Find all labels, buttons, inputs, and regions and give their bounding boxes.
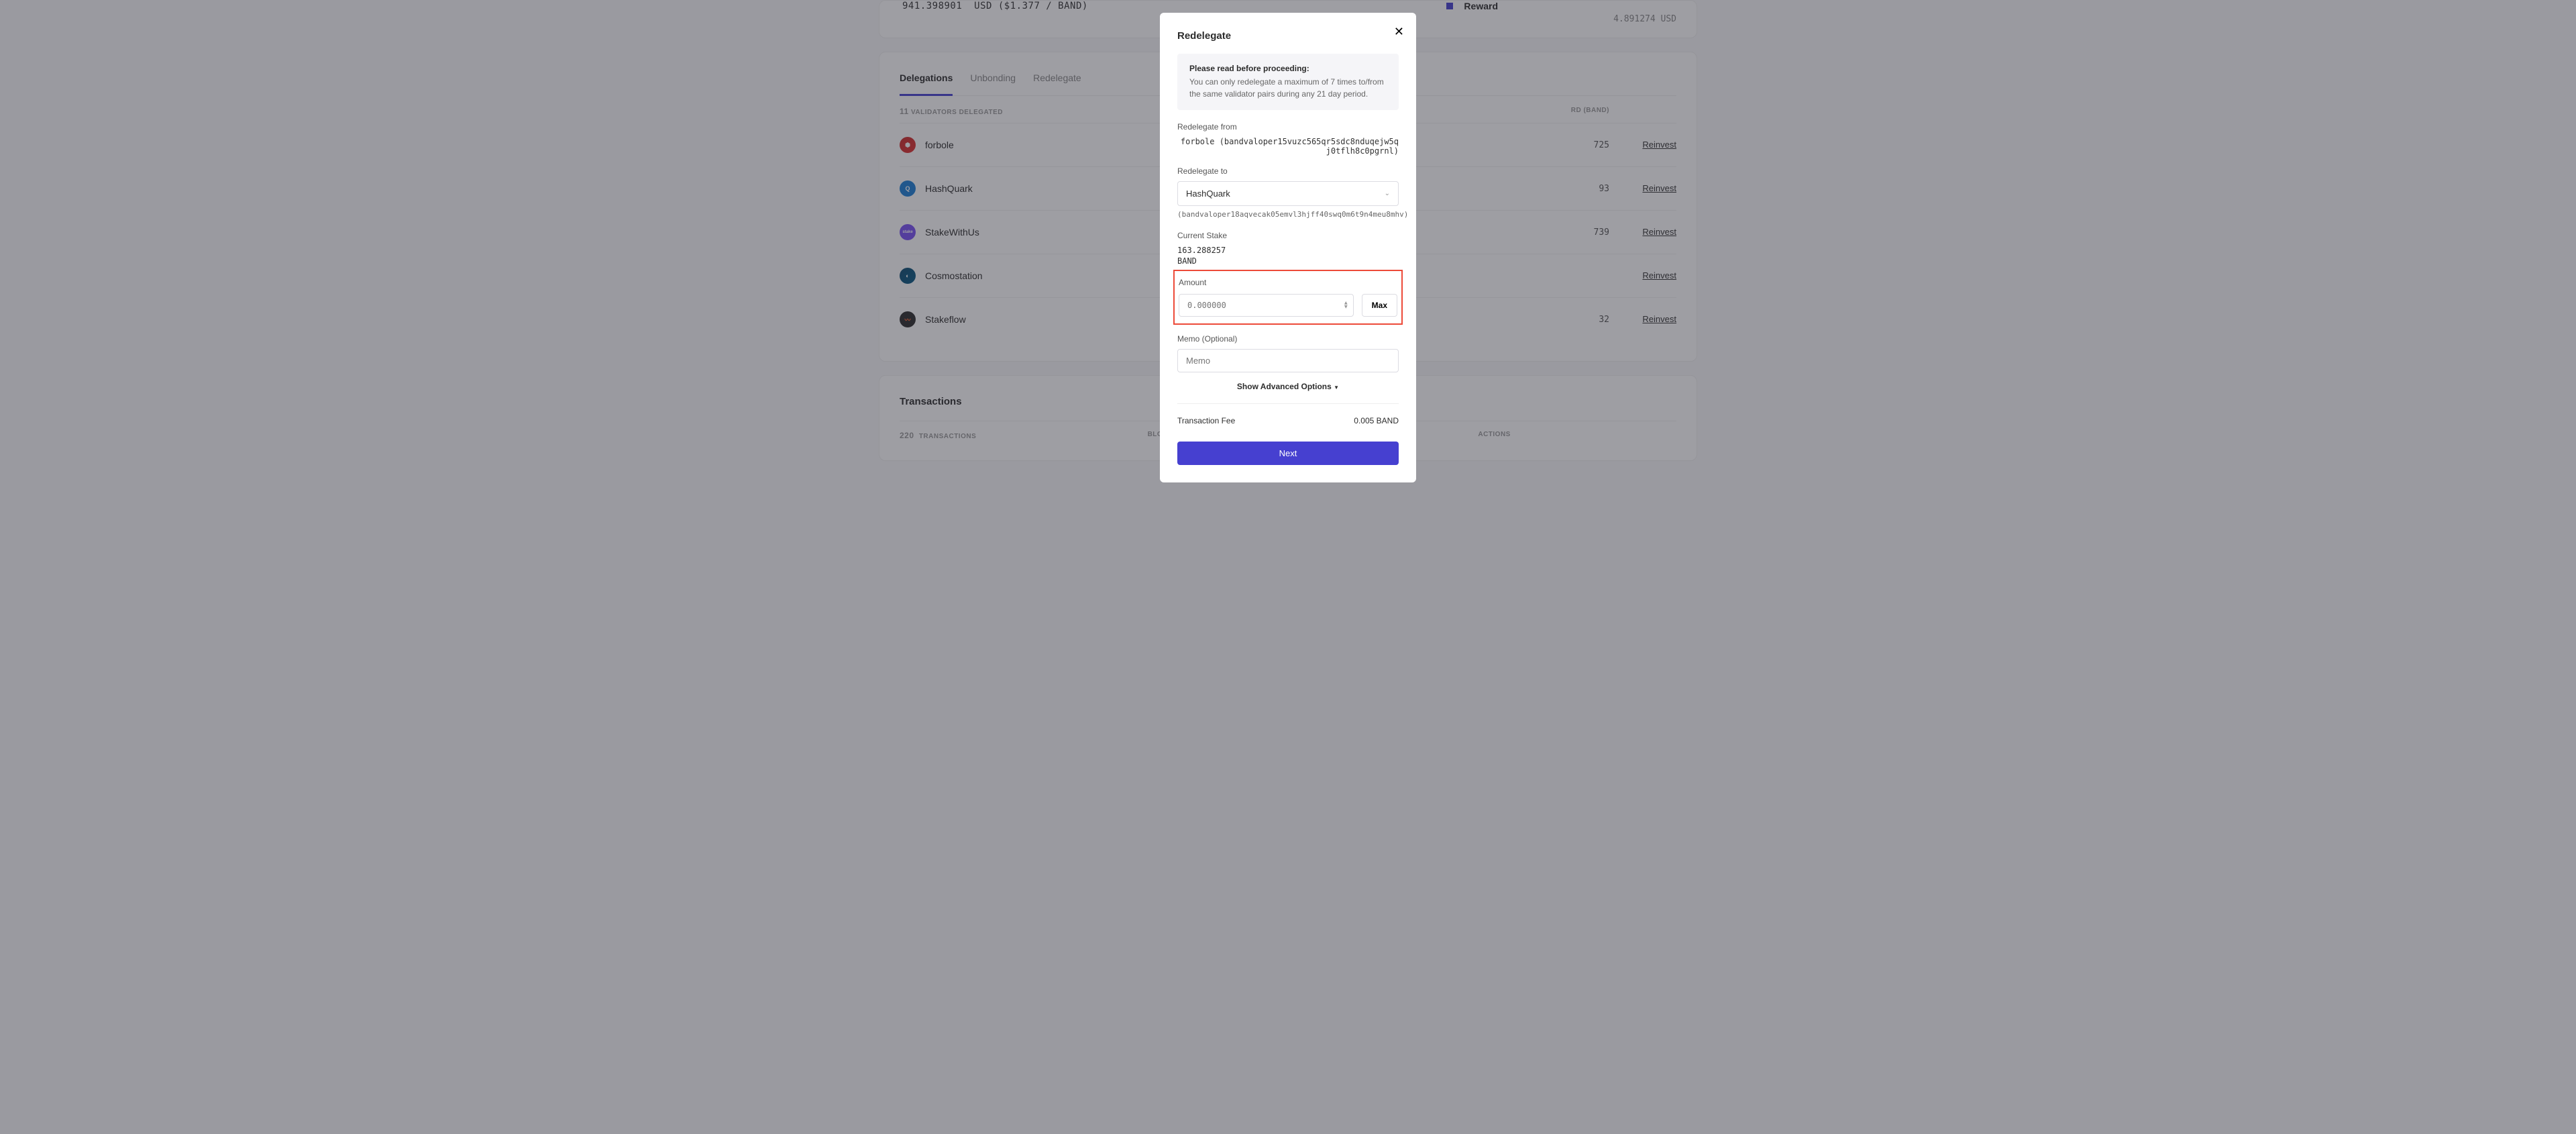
spinner-icon[interactable]: ▲▼: [1344, 301, 1348, 310]
memo-input[interactable]: [1177, 349, 1399, 372]
advanced-options-toggle[interactable]: Show Advanced Options ▼: [1177, 382, 1399, 391]
to-select-value: HashQuark: [1186, 189, 1230, 199]
modal-title: Redelegate: [1177, 30, 1399, 42]
amount-input-container: ▲▼: [1179, 294, 1354, 317]
warning-text: You can only redelegate a maximum of 7 t…: [1189, 76, 1387, 100]
close-button[interactable]: ✕: [1394, 25, 1404, 39]
to-select[interactable]: HashQuark ⌄: [1177, 181, 1399, 206]
to-label: Redelegate to: [1177, 166, 1399, 176]
amount-input[interactable]: [1187, 301, 1345, 310]
amount-label: Amount: [1179, 278, 1397, 287]
fee-label: Transaction Fee: [1177, 416, 1235, 425]
stake-label: Current Stake: [1177, 231, 1399, 240]
redelegate-modal: Redelegate ✕ Please read before proceedi…: [1160, 13, 1416, 482]
warning-title: Please read before proceeding:: [1189, 64, 1387, 73]
chevron-down-icon: ⌄: [1385, 190, 1390, 197]
warning-box: Please read before proceeding: You can o…: [1177, 54, 1399, 110]
next-button[interactable]: Next: [1177, 442, 1399, 465]
caret-down-icon: ▼: [1334, 384, 1339, 391]
modal-overlay[interactable]: Redelegate ✕ Please read before proceedi…: [0, 0, 2576, 1134]
to-address: (bandvaloper18aqvecak05emvl3hjff40swq0m6…: [1177, 210, 1399, 219]
close-icon: ✕: [1394, 25, 1404, 38]
stake-value: 163.288257: [1177, 246, 1399, 255]
amount-highlight: Amount ▲▼ Max: [1173, 270, 1403, 325]
memo-label: Memo (Optional): [1177, 334, 1399, 344]
from-label: Redelegate from: [1177, 122, 1399, 132]
from-value: forbole (bandvaloper15vuzc565qr5sdc8nduq…: [1177, 137, 1399, 156]
stake-unit: BAND: [1177, 256, 1399, 266]
max-button[interactable]: Max: [1362, 294, 1397, 317]
fee-value: 0.005 BAND: [1354, 416, 1399, 425]
